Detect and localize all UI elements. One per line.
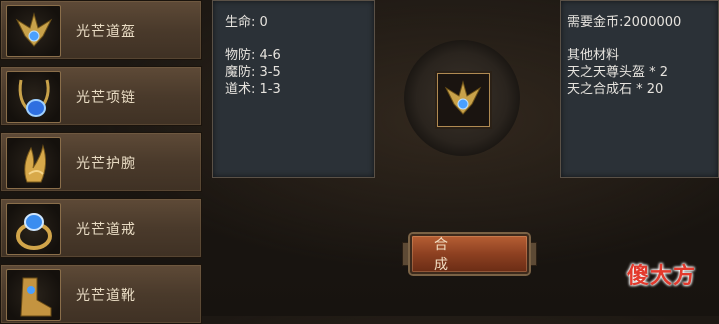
list-item-necklace[interactable]: 光芒项链 (0, 66, 202, 126)
list-item-bracer[interactable]: 光芒护腕 (0, 132, 202, 192)
item-name: 光芒道靴 (76, 288, 136, 304)
item-name: 光芒护腕 (76, 156, 136, 172)
stats-panel: 生命: 0 物防: 4-6 魔防: 3-5 道术: 1-3 (212, 0, 375, 178)
material-2: 天之合成石 * 20 (567, 82, 664, 97)
item-list: 光芒道盔 光芒项链 光芒护腕 光芒道戒 光芒道靴 (0, 0, 205, 324)
stat-taoism: 道术: 1-3 (225, 82, 281, 97)
necklace-icon (6, 71, 61, 123)
synthesize-button[interactable]: 合 成 (410, 234, 529, 274)
gold-requirement: 需要金币:2000000 (567, 15, 682, 30)
item-name: 光芒道盔 (76, 24, 136, 40)
list-item-boots[interactable]: 光芒道靴 (0, 264, 202, 324)
target-item-slot[interactable] (437, 73, 490, 127)
boots-icon (6, 269, 61, 321)
list-item-helmet[interactable]: 光芒道盔 (0, 0, 202, 60)
watermark: 傻大方 (627, 264, 697, 289)
ring-icon (6, 203, 61, 255)
helmet-icon (6, 5, 61, 57)
stat-hp: 生命: 0 (225, 15, 268, 30)
item-name: 光芒道戒 (76, 222, 136, 238)
item-name: 光芒项链 (76, 90, 136, 106)
bracer-icon (6, 137, 61, 189)
requirements-panel: 需要金币:2000000 其他材料 天之天尊头盔 * 2 天之合成石 * 20 (560, 0, 719, 178)
list-item-ring[interactable]: 光芒道戒 (0, 198, 202, 258)
helmet-icon (444, 80, 482, 115)
